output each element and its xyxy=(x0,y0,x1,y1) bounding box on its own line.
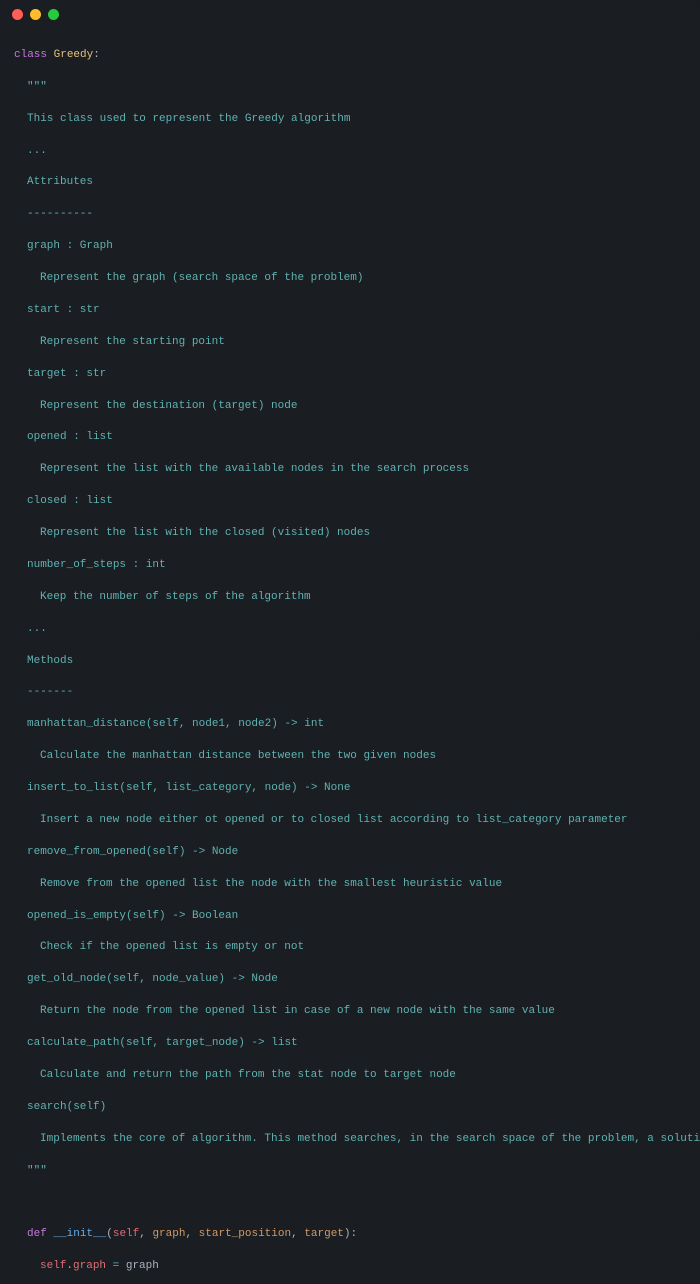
doc-attr-underline: ---------- xyxy=(27,208,93,220)
code-block: class Greedy: """ This class used to rep… xyxy=(0,28,700,1284)
docstring-open: """ xyxy=(27,81,47,93)
doc-m-getold-desc: Return the node from the opened list in … xyxy=(40,1005,555,1017)
param-self: self xyxy=(113,1228,139,1240)
close-icon[interactable] xyxy=(12,9,23,20)
doc-ellipsis2: ... xyxy=(27,623,47,635)
doc-m-remove-desc: Remove from the opened list the node wit… xyxy=(40,878,502,890)
doc-attr-steps: number_of_steps : int xyxy=(27,559,166,571)
doc-m-insert-desc: Insert a new node either ot opened or to… xyxy=(40,814,628,826)
doc-methods-underline: ------- xyxy=(27,686,73,698)
dot1: . xyxy=(66,1260,73,1272)
doc-m-calc: calculate_path(self, target_node) -> lis… xyxy=(27,1037,298,1049)
doc-attr-opened: opened : list xyxy=(27,431,113,443)
doc-m-search-desc: Implements the core of algorithm. This m… xyxy=(40,1133,700,1145)
code-window: class Greedy: """ This class used to rep… xyxy=(0,0,700,642)
doc-methods-header: Methods xyxy=(27,655,73,667)
doc-attr-header: Attributes xyxy=(27,176,93,188)
self1: self xyxy=(40,1260,66,1272)
doc-m-empty-desc: Check if the opened list is empty or not xyxy=(40,941,304,953)
doc-m-remove: remove_from_opened(self) -> Node xyxy=(27,846,238,858)
doc-attr-closed-desc: Represent the list with the closed (visi… xyxy=(40,527,370,539)
minimize-icon[interactable] xyxy=(30,9,41,20)
class-name: Greedy xyxy=(54,49,94,61)
doc-attr-steps-desc: Keep the number of steps of the algorith… xyxy=(40,591,311,603)
doc-m-insert: insert_to_list(self, list_category, node… xyxy=(27,782,350,794)
doc-attr-graph: graph : Graph xyxy=(27,240,113,252)
doc-attr-graph-desc: Represent the graph (search space of the… xyxy=(40,272,363,284)
doc-m-getold: get_old_node(self, node_value) -> Node xyxy=(27,973,278,985)
doc-attr-start-desc: Represent the starting point xyxy=(40,336,225,348)
comma2: , xyxy=(185,1228,198,1240)
doc-desc: This class used to represent the Greedy … xyxy=(27,113,350,125)
docstring-close: """ xyxy=(27,1165,47,1177)
doc-m-manhattan-desc: Calculate the manhattan distance between… xyxy=(40,750,436,762)
doc-attr-target-desc: Represent the destination (target) node xyxy=(40,400,297,412)
val-graph: graph xyxy=(126,1260,159,1272)
lparen: ( xyxy=(106,1228,113,1240)
window-titlebar xyxy=(0,0,700,28)
doc-attr-start: start : str xyxy=(27,304,100,316)
doc-attr-target: target : str xyxy=(27,368,106,380)
comma: , xyxy=(139,1228,152,1240)
init-name: __init__ xyxy=(53,1228,106,1240)
colon2: : xyxy=(351,1228,358,1240)
keyword-class: class xyxy=(14,49,47,61)
colon: : xyxy=(93,49,100,61)
doc-m-calc-desc: Calculate and return the path from the s… xyxy=(40,1069,456,1081)
prop-graph: graph xyxy=(73,1260,106,1272)
param-graph: graph xyxy=(152,1228,185,1240)
doc-ellipsis: ... xyxy=(27,145,47,157)
doc-attr-closed: closed : list xyxy=(27,495,113,507)
doc-m-empty: opened_is_empty(self) -> Boolean xyxy=(27,910,238,922)
maximize-icon[interactable] xyxy=(48,9,59,20)
comma3: , xyxy=(291,1228,304,1240)
doc-m-search: search(self) xyxy=(27,1101,106,1113)
rparen: ) xyxy=(344,1228,351,1240)
eq1: = xyxy=(106,1260,126,1272)
doc-m-manhattan: manhattan_distance(self, node1, node2) -… xyxy=(27,718,324,730)
param-start: start_position xyxy=(199,1228,291,1240)
doc-attr-opened-desc: Represent the list with the available no… xyxy=(40,463,469,475)
param-target: target xyxy=(304,1228,344,1240)
keyword-def: def xyxy=(27,1228,47,1240)
